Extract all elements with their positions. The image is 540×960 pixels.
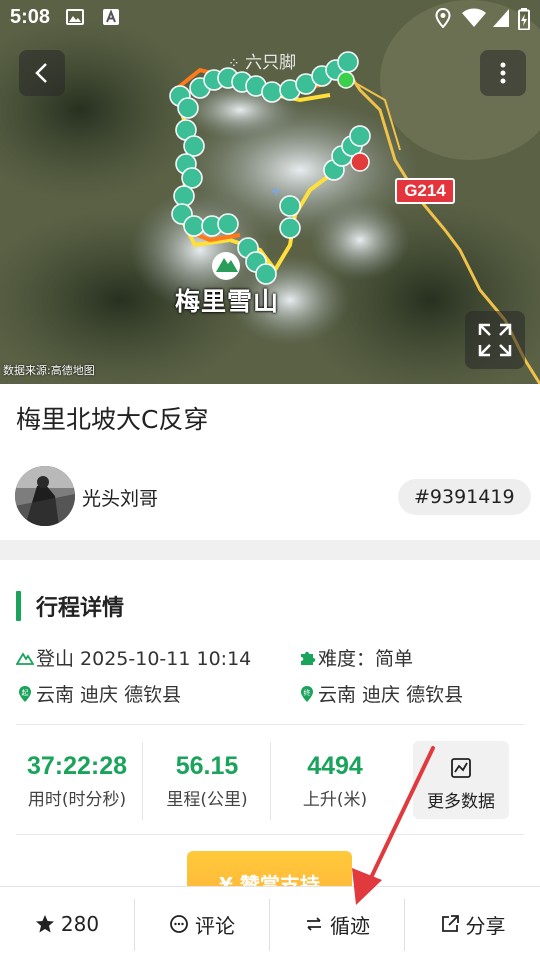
svg-text:终: 终 bbox=[304, 688, 311, 697]
map-watermark: ⁘ 六只脚 bbox=[228, 48, 296, 73]
stat-distance: 56.15 里程(公里) bbox=[148, 752, 266, 810]
stat-label: 里程(公里) bbox=[166, 790, 248, 810]
map-source: 数据来源:高德地图 bbox=[3, 364, 95, 377]
more-data-label: 更多数据 bbox=[427, 792, 495, 812]
mountain-icon bbox=[16, 649, 34, 667]
section-divider bbox=[0, 540, 540, 560]
more-vertical-icon bbox=[500, 62, 506, 84]
start-time-info: 登山 2025-10-11 10:14 bbox=[16, 644, 251, 671]
svg-text:起: 起 bbox=[22, 689, 29, 697]
divider-line bbox=[16, 724, 524, 725]
trip-detail-page: + 5:08 ⁘ 六只脚 G214 梅里雪山 数据来源:高德地图 梅里北坡大C反… bbox=[0, 0, 540, 960]
chevron-left-icon bbox=[35, 63, 47, 83]
signal-icon bbox=[492, 8, 510, 32]
battery-icon bbox=[518, 8, 530, 34]
trip-title: 梅里北坡大C反穿 bbox=[16, 405, 209, 434]
stat-value: 4494 bbox=[307, 752, 363, 780]
fullscreen-button[interactable] bbox=[465, 311, 525, 369]
stat-value: 37:22:28 bbox=[26, 752, 128, 780]
start-pin-icon: 起 bbox=[16, 685, 34, 703]
difficulty-text: 难度：简单 bbox=[318, 648, 414, 670]
comment-icon bbox=[169, 914, 189, 934]
stat-duration: 37:22:28 用时(时分秒) bbox=[18, 752, 136, 810]
wifi-icon bbox=[462, 8, 486, 32]
svg-text:+: + bbox=[270, 184, 282, 200]
trip-id-badge[interactable]: #9391419 bbox=[398, 479, 531, 515]
start-place-text: 云南 迪庆 德钦县 bbox=[36, 684, 182, 706]
section-title: 行程详情 bbox=[36, 596, 125, 621]
status-bar: 5:08 bbox=[0, 0, 540, 36]
follow-track-button[interactable]: 循迹 bbox=[270, 887, 404, 960]
status-time: 5:08 bbox=[10, 6, 51, 28]
comment-label: 评论 bbox=[195, 913, 235, 938]
chart-icon bbox=[451, 758, 471, 778]
share-label: 分享 bbox=[465, 913, 506, 938]
stat-divider bbox=[270, 742, 271, 820]
stat-divider bbox=[142, 742, 143, 820]
follow-track-label: 循迹 bbox=[330, 913, 370, 938]
favorite-button[interactable]: 280 bbox=[0, 887, 134, 960]
section-accent-bar bbox=[16, 591, 21, 621]
app-notification-icon bbox=[102, 8, 120, 30]
stat-ascent: 4494 上升(米) bbox=[276, 752, 394, 810]
image-notification-icon bbox=[66, 8, 84, 30]
avatar-image bbox=[15, 466, 75, 526]
stat-label: 上升(米) bbox=[302, 790, 368, 810]
star-icon bbox=[35, 914, 55, 934]
start-place-info: 起 云南 迪庆 德钦县 bbox=[16, 680, 181, 707]
bottom-action-bar: 280 评论 循迹 分享 bbox=[0, 886, 540, 960]
stat-value: 56.15 bbox=[175, 752, 239, 780]
place-label: 梅里雪山 bbox=[175, 287, 280, 316]
stat-label: 用时(时分秒) bbox=[27, 790, 127, 810]
road-label: G214 bbox=[395, 178, 455, 204]
end-place-text: 云南 迪庆 德钦县 bbox=[318, 684, 464, 706]
comment-button[interactable]: 评论 bbox=[135, 887, 269, 960]
track-map[interactable]: + 5:08 ⁘ 六只脚 G214 梅里雪山 数据来源:高德地图 bbox=[0, 0, 540, 384]
puzzle-icon bbox=[298, 649, 316, 667]
divider-line bbox=[16, 834, 524, 835]
start-time-text: 登山 2025-10-11 10:14 bbox=[36, 648, 252, 670]
favorite-count: 280 bbox=[60, 912, 100, 936]
back-button[interactable] bbox=[19, 50, 65, 96]
location-icon bbox=[435, 7, 451, 32]
avatar[interactable] bbox=[15, 466, 75, 526]
share-button[interactable]: 分享 bbox=[405, 887, 540, 960]
author-name[interactable]: 光头刘哥 bbox=[82, 484, 158, 511]
author-row: 光头刘哥 #9391419 bbox=[0, 462, 540, 532]
swap-arrows-icon bbox=[304, 914, 324, 934]
watermark-text: 六只脚 bbox=[245, 53, 297, 73]
difficulty-info: 难度：简单 bbox=[298, 644, 413, 671]
end-pin-icon: 终 bbox=[298, 685, 316, 703]
expand-icon bbox=[478, 323, 512, 357]
watermark-logo-icon: ⁘ bbox=[228, 56, 240, 72]
share-icon bbox=[440, 914, 460, 934]
more-data-button[interactable]: 更多数据 bbox=[413, 741, 509, 819]
more-options-button[interactable] bbox=[480, 50, 526, 96]
end-place-info: 终 云南 迪庆 德钦县 bbox=[298, 680, 463, 707]
